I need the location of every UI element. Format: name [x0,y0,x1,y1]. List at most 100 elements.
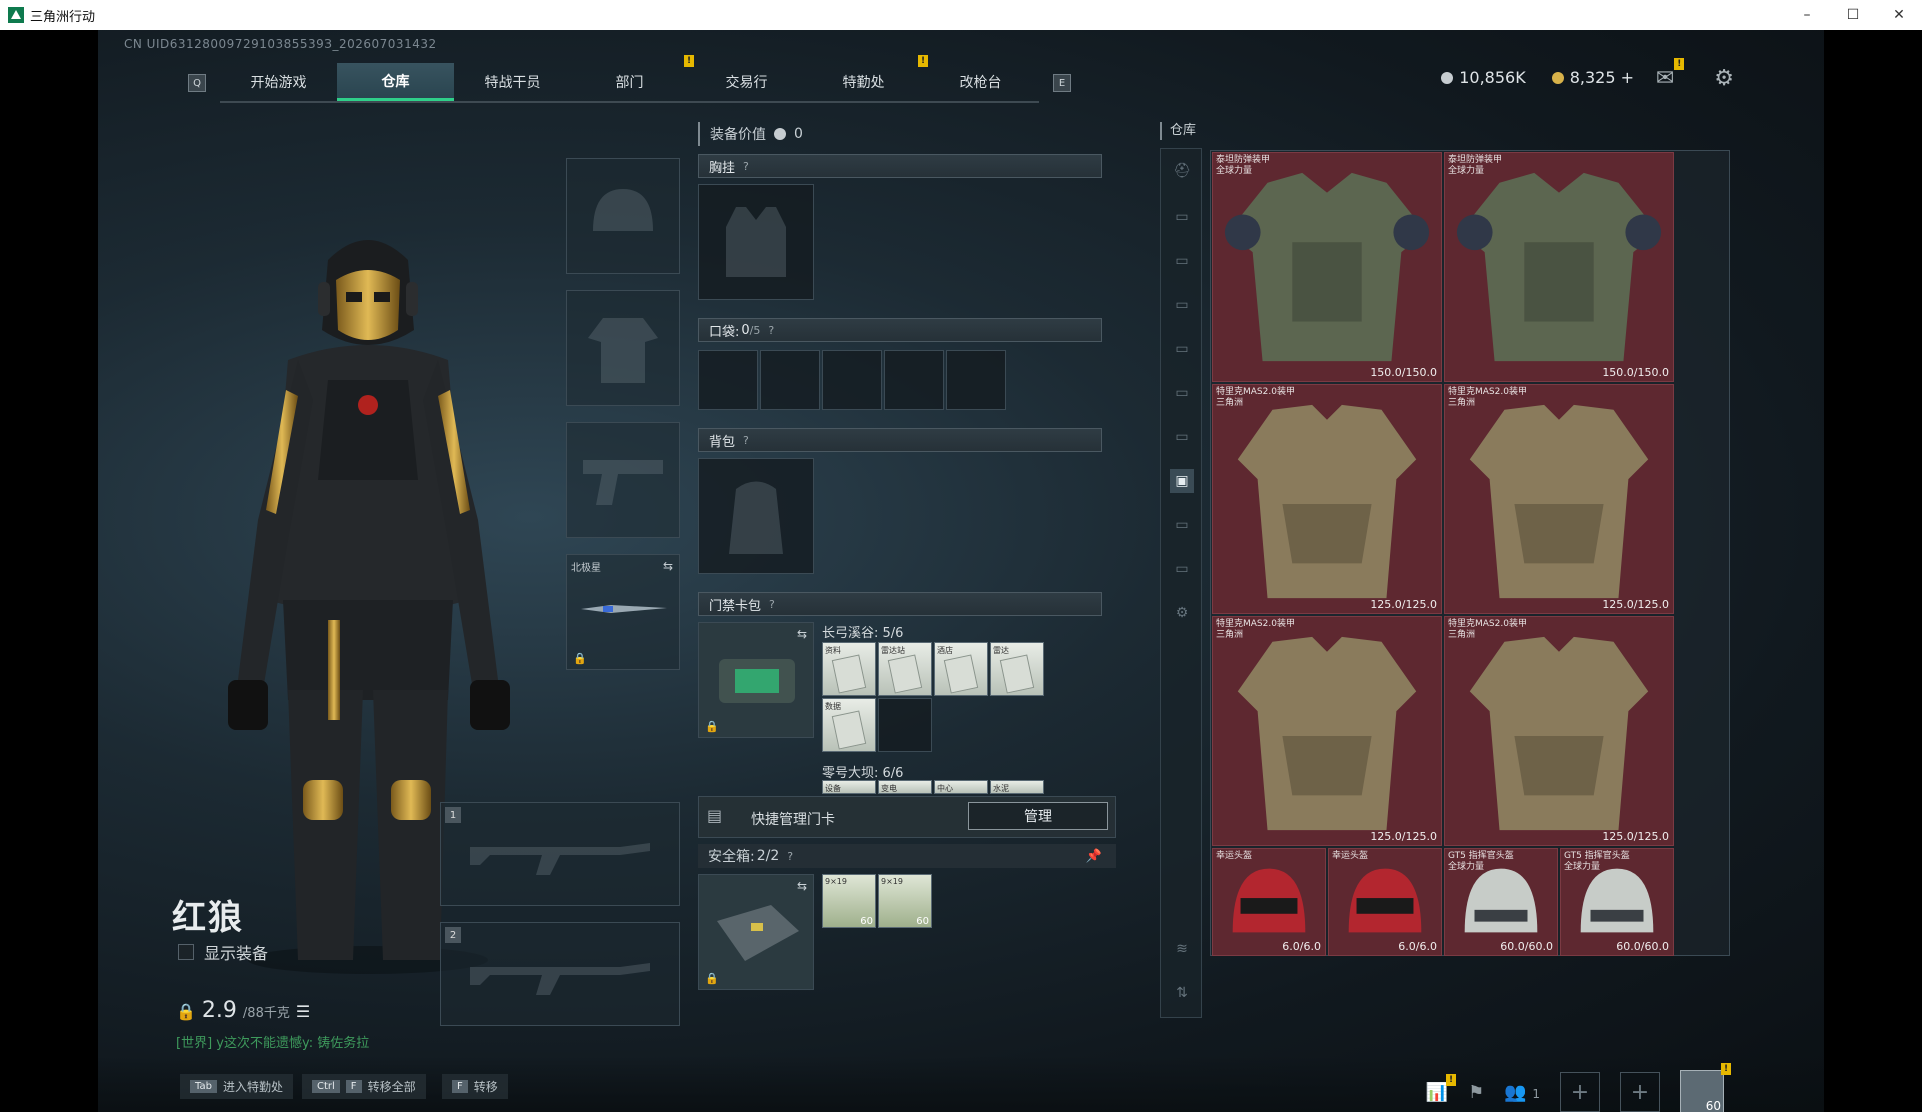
show-equipment-checkbox[interactable] [178,944,194,960]
help-icon[interactable]: ? [743,434,749,447]
primary-weapon-slot-1[interactable]: 1 [440,802,680,906]
keycard-item[interactable]: 雷达 [990,642,1044,696]
show-equipment-toggle[interactable]: 显示装备 [178,940,268,964]
category-shotgun-icon[interactable]: ▭ [1170,293,1194,317]
storage-item-mas-armor[interactable]: 特里克MAS2.0装甲 三角洲 125.0/125.0 [1444,616,1674,846]
keycard-item[interactable]: 资料 [822,642,876,696]
category-smg-icon[interactable]: ▭ [1170,249,1194,273]
storage-item-mas-armor[interactable]: 特里克MAS2.0装甲 三角洲 125.0/125.0 [1212,616,1442,846]
ammo-label: 9×19 [825,877,847,886]
nav-prev-key[interactable]: Q [188,74,206,92]
keycard-item[interactable]: 数据 [822,698,876,752]
tab-gunsmith[interactable]: 改枪台 [922,63,1039,101]
pocket-slot[interactable] [698,350,758,410]
category-lmg-icon[interactable]: ▭ [1170,381,1194,405]
list-icon[interactable]: ☰ [296,1002,310,1021]
help-icon[interactable]: ? [768,324,774,337]
armor-slot[interactable] [566,290,680,406]
help-icon[interactable]: ? [769,598,775,611]
swap-icon[interactable]: ⇆ [663,559,673,573]
category-pistol-icon[interactable]: ▭ [1170,425,1194,449]
player-avatar[interactable]: 60! [1680,1063,1731,1112]
category-sniper-icon[interactable]: ▭ [1170,337,1194,361]
pocket-slot[interactable] [884,350,944,410]
world-chat-message[interactable]: [世界] y这次不能遗憾y: 铸佐务拉 [176,1032,369,1051]
primary-weapon-slot-2[interactable]: 2 [440,922,680,1026]
pockets-header: 口袋: 0 /5 ? [698,318,1102,342]
sort-icon[interactable]: ⇅ [1170,981,1194,1005]
tab-trading[interactable]: 交易行 [688,63,805,101]
keycard-item[interactable]: 设备 [822,780,876,794]
tab-operators[interactable]: 特战干员 [454,63,571,101]
category-rifle-icon[interactable]: ▭ [1170,205,1194,229]
help-icon[interactable]: ? [787,850,793,863]
storage-title: 仓库 [1160,122,1196,140]
category-backpack-icon[interactable]: ▭ [1170,513,1194,537]
add-teammate-button[interactable]: + [1620,1072,1660,1112]
pin-icon[interactable]: 📌 [1086,849,1102,864]
settings-gear-icon[interactable]: ⚙ [1714,66,1734,91]
keycard-item[interactable]: 雷达站 [878,642,932,696]
equipment-panel: 装备价值 0 胸挂? 口袋: 0 /5 ? 背包? 门禁卡包? ⇆ 🔒 长弓溪谷… [698,122,1116,1022]
tab-department[interactable]: 部门! [571,55,694,101]
helmet-slot[interactable] [566,158,680,274]
swap-icon[interactable]: ⇆ [797,627,807,641]
keycard-item[interactable]: 酒店 [934,642,988,696]
storage-item-lucky-helmet[interactable]: 幸运头盔 6.0/6.0 [1328,848,1442,956]
stats-chart-icon[interactable]: 📊! [1426,1073,1457,1103]
weapon-slot-number: 1 [445,807,461,823]
empty-keycard-slot[interactable] [878,698,932,752]
storage-item-titan-armor[interactable]: 泰坦防弹装甲 全球力量 150.0/150.0 [1444,152,1674,382]
hint-transfer[interactable]: F 转移 [442,1074,508,1099]
gold-currency[interactable]: 8,325 + [1551,68,1634,87]
close-button[interactable]: ✕ [1876,0,1922,30]
help-icon[interactable]: ? [743,160,749,173]
backpack-slot[interactable] [698,458,814,574]
melee-slot[interactable]: 北极星 ⇆ 🔒 [566,554,680,670]
storage-item-gt5-helmet[interactable]: GT5 指挥官头盔 全球力量 60.0/60.0 [1560,848,1674,956]
party-icon[interactable]: 👥 1 [1504,1082,1540,1103]
pocket-slot[interactable] [946,350,1006,410]
keycard-item[interactable]: 中心 [934,780,988,794]
keycard-case-slot[interactable]: ⇆ 🔒 [698,622,814,738]
hint-transfer-all[interactable]: Ctrl F 转移全部 [302,1074,426,1099]
safe-box-slot[interactable]: ⇆ 🔒 [698,874,814,990]
maximize-button[interactable]: ☐ [1830,0,1876,30]
keycard-item[interactable]: 水泥 [990,780,1044,794]
chest-rig-slot[interactable] [698,184,814,300]
ammo-item[interactable]: 9×19 60 [878,874,932,928]
add-currency-button[interactable]: + [1621,68,1634,87]
swap-icon[interactable]: ⇆ [797,879,807,893]
pocket-slot[interactable] [760,350,820,410]
category-helmet-icon[interactable]: ⛑ [1170,159,1194,183]
pistol-slot[interactable] [566,422,680,538]
storage-category-sidebar: ⛑ ▭ ▭ ▭ ▭ ▭ ▭ ▣ ▭ ▭ ⚙ ≋ ⇅ [1160,148,1202,1018]
manage-button[interactable]: 管理 [968,802,1108,830]
tab-warehouse[interactable]: 仓库 [337,63,454,101]
tab-start-game[interactable]: 开始游戏 [220,63,337,101]
armor-icon [1456,172,1662,362]
mail-icon[interactable]: ✉! [1656,58,1685,91]
storage-item-titan-armor[interactable]: 泰坦防弹装甲 全球力量 150.0/150.0 [1212,152,1442,382]
category-settings-icon[interactable]: ⚙ [1170,601,1194,625]
layers-icon[interactable]: ≋ [1170,937,1194,961]
equipment-value: 装备价值 0 [698,122,1102,146]
storage-item-mas-armor[interactable]: 特里克MAS2.0装甲 三角洲 125.0/125.0 [1444,384,1674,614]
tab-special-ops[interactable]: 特勤处! [805,55,928,101]
storage-item-lucky-helmet[interactable]: 幸运头盔 6.0/6.0 [1212,848,1326,956]
pocket-slot[interactable] [822,350,882,410]
minimize-button[interactable]: – [1784,0,1830,30]
ammo-item[interactable]: 9×19 60 [822,874,876,928]
window-controls: – ☐ ✕ [1784,0,1922,30]
hint-enter-special-ops[interactable]: Tab 进入特勤处 [180,1074,293,1099]
storage-item-gt5-helmet[interactable]: GT5 指挥官头盔 全球力量 60.0/60.0 [1444,848,1558,956]
add-teammate-button[interactable]: + [1560,1072,1600,1112]
storage-item-mas-armor[interactable]: 特里克MAS2.0装甲 三角洲 125.0/125.0 [1212,384,1442,614]
armor-icon [1237,404,1417,599]
vest-icon [726,207,786,277]
category-armor-icon[interactable]: ▣ [1170,469,1194,493]
keycard-item[interactable]: 变电 [878,780,932,794]
flag-icon[interactable]: ⚑ [1468,1082,1484,1103]
category-ammo-icon[interactable]: ▭ [1170,557,1194,581]
nav-next-key[interactable]: E [1053,74,1071,92]
